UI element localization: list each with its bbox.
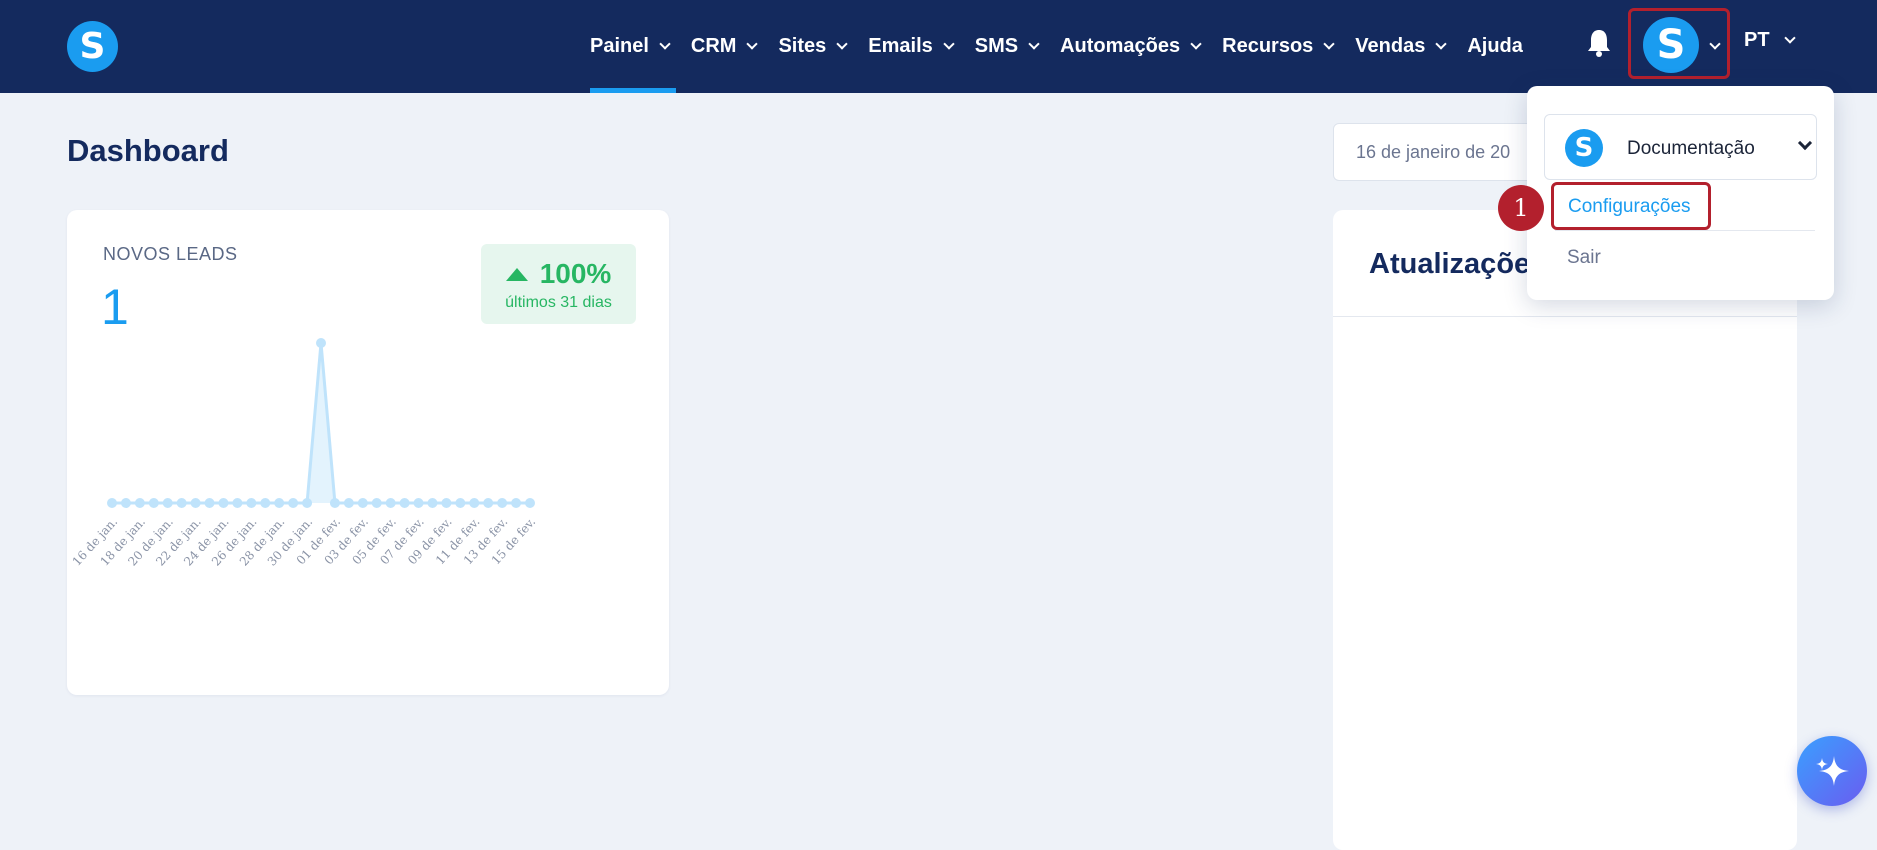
account-switcher[interactable]: S Documentação <box>1544 114 1817 180</box>
main-nav: Painel CRM Sites Emails SMS Automações R… <box>590 0 1523 93</box>
data-point[interactable] <box>455 498 466 508</box>
user-menu-button[interactable]: S <box>1628 8 1730 79</box>
data-point[interactable] <box>288 498 299 508</box>
account-avatar-letter: S <box>1574 133 1594 163</box>
data-point[interactable] <box>260 498 271 508</box>
nav-label: Automações <box>1060 35 1181 57</box>
data-point[interactable] <box>483 498 494 508</box>
data-point[interactable] <box>134 498 145 508</box>
chevron-down-icon <box>836 37 848 50</box>
data-point[interactable] <box>399 498 410 508</box>
chevron-down-icon <box>659 37 671 50</box>
data-point[interactable] <box>176 498 187 508</box>
nav-label: Vendas <box>1355 35 1426 57</box>
data-point[interactable] <box>246 498 257 508</box>
data-point[interactable] <box>385 498 396 508</box>
settings-menu-item[interactable]: Configurações <box>1551 182 1711 230</box>
data-point[interactable] <box>190 498 201 508</box>
data-point[interactable] <box>511 498 522 508</box>
data-point[interactable] <box>302 498 313 508</box>
data-point[interactable] <box>371 498 382 508</box>
data-point[interactable] <box>316 338 326 348</box>
nav-label: Recursos <box>1222 35 1314 57</box>
data-point[interactable] <box>441 498 452 508</box>
nav-item-sites[interactable]: Sites <box>778 0 848 93</box>
nav-item-ajuda[interactable]: Ajuda <box>1467 0 1523 93</box>
chevron-down-icon <box>1190 37 1202 50</box>
data-point[interactable] <box>469 498 480 508</box>
chevron-down-icon <box>1797 135 1813 151</box>
nav-label: Sites <box>778 35 827 57</box>
data-point[interactable] <box>232 498 243 508</box>
series-area <box>112 343 530 503</box>
top-navbar: S Painel CRM Sites Emails SMS Automações… <box>0 0 1877 93</box>
data-point[interactable] <box>343 498 354 508</box>
nav-item-vendas[interactable]: Vendas <box>1355 0 1448 93</box>
data-point[interactable] <box>413 498 424 508</box>
data-point[interactable] <box>107 498 117 508</box>
chevron-down-icon <box>1783 31 1796 44</box>
data-point[interactable] <box>148 498 159 508</box>
nav-item-sms[interactable]: SMS <box>974 0 1040 93</box>
data-point[interactable] <box>120 498 131 508</box>
step-marker: 1 <box>1498 185 1544 231</box>
data-point[interactable] <box>357 498 368 508</box>
nav-item-automacoes[interactable]: Automações <box>1060 0 1202 93</box>
avatar-letter: S <box>1656 22 1686 68</box>
data-point[interactable] <box>162 498 173 508</box>
step-number: 1 <box>1513 194 1529 222</box>
chevron-down-icon <box>746 37 759 50</box>
nav-item-emails[interactable]: Emails <box>868 0 955 93</box>
settings-label: Configurações <box>1568 196 1691 217</box>
chevron-down-icon <box>1323 37 1335 50</box>
data-point[interactable] <box>274 498 285 508</box>
chevron-down-icon <box>1028 37 1040 50</box>
nav-label: Ajuda <box>1467 35 1523 57</box>
leads-chart: 16 de jan.18 de jan.20 de jan.22 de jan.… <box>70 338 538 569</box>
nav-label: SMS <box>974 35 1019 57</box>
data-point[interactable] <box>525 498 535 508</box>
language-label: PT <box>1744 29 1770 51</box>
logout-menu-item[interactable]: Sair <box>1567 247 1601 269</box>
ai-assistant-button[interactable] <box>1797 736 1867 806</box>
data-point[interactable] <box>218 498 229 508</box>
data-point[interactable] <box>427 498 438 508</box>
nav-item-crm[interactable]: CRM <box>690 0 759 93</box>
logo-letter: S <box>79 26 106 67</box>
updates-title: Atualizaçõe <box>1369 248 1531 280</box>
avatar: S <box>1643 17 1699 73</box>
sparkle-icon <box>1816 756 1849 786</box>
nav-label: CRM <box>690 35 737 57</box>
account-avatar: S <box>1565 129 1603 167</box>
new-leads-card: NOVOS LEADS 1 100% últimos 31 dias 16 de… <box>67 210 669 695</box>
page-title: Dashboard <box>67 133 229 168</box>
chevron-down-icon <box>1435 37 1448 50</box>
brand-logo[interactable]: S <box>67 21 118 72</box>
nav-item-recursos[interactable]: Recursos <box>1222 0 1335 93</box>
chevron-down-icon <box>1709 38 1721 50</box>
account-name: Documentação <box>1627 138 1755 159</box>
nav-label: Painel <box>590 35 649 57</box>
nav-item-painel[interactable]: Painel <box>590 0 676 93</box>
language-selector[interactable]: PT <box>1744 29 1796 52</box>
user-dropdown-menu: S Documentação Configurações Sair <box>1527 86 1834 300</box>
date-range-label: 16 de janeiro de 20 <box>1356 142 1511 162</box>
data-point[interactable] <box>497 498 508 508</box>
bell-icon[interactable] <box>1586 28 1612 58</box>
divider <box>1333 316 1797 317</box>
chevron-down-icon <box>943 37 955 50</box>
divider <box>1555 230 1815 231</box>
data-point[interactable] <box>329 498 340 508</box>
data-point[interactable] <box>204 498 215 508</box>
updates-panel: Atualizaçõe <box>1333 210 1797 850</box>
nav-label: Emails <box>868 35 933 57</box>
